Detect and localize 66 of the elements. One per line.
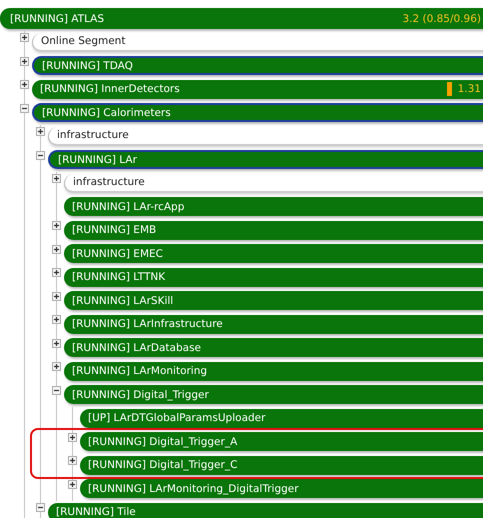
node-label: [RUNNING] LAr-rcApp (72, 200, 184, 213)
status-node[interactable]: [RUNNING] EMB (64, 220, 483, 240)
expand-icon[interactable] (52, 338, 60, 348)
node-value: 1.31 (458, 83, 482, 96)
node-label: [RUNNING] Digital_Trigger_A (88, 436, 238, 448)
node-label: Online Segment (41, 35, 126, 48)
expand-icon[interactable] (36, 127, 44, 136)
node-label: [RUNNING] LArInfrastructure (72, 318, 223, 330)
expand-icon[interactable] (52, 268, 60, 277)
status-node[interactable]: [RUNNING] Calorimeters (32, 103, 483, 122)
status-node[interactable]: [UP] LArDTGlobalParamsUploader (80, 408, 483, 428)
status-node[interactable]: [RUNNING] LArInfrastructure (64, 314, 483, 334)
expand-icon[interactable] (68, 480, 76, 488)
node-label: [RUNNING] LArMonitoring_DigitalTrigger (88, 482, 299, 495)
expand-icon[interactable] (20, 33, 28, 42)
node-label: [RUNNING] ATLAS (10, 12, 104, 25)
node-label: [RUNNING] Calorimeters (42, 106, 171, 119)
node-label: [RUNNING] Digital_Trigger (72, 388, 209, 401)
expand-icon[interactable] (68, 456, 76, 465)
expand-icon[interactable] (52, 362, 60, 371)
expand-icon[interactable] (20, 56, 28, 66)
status-node[interactable]: [RUNNING] LArDatabase (64, 338, 483, 358)
status-node[interactable]: [RUNNING] Tile (48, 502, 483, 518)
expand-icon[interactable] (52, 244, 60, 254)
node-label: infrastructure (73, 176, 145, 188)
status-node[interactable]: [RUNNING] ATLAS 3.2 (0.85/0.96) (0, 8, 483, 30)
expand-icon[interactable] (52, 221, 60, 230)
node-label: [RUNNING] Tile (56, 506, 136, 518)
expand-icon[interactable] (68, 432, 76, 442)
collapse-icon[interactable] (36, 503, 44, 512)
node-label: infrastructure (57, 129, 129, 142)
node-label: [RUNNING] LArDatabase (72, 342, 201, 354)
status-node[interactable]: [RUNNING] TDAQ (32, 56, 483, 76)
node-label: [RUNNING] LTTNK (72, 271, 166, 284)
node-label: [RUNNING] InnerDetectors (40, 83, 180, 96)
node-label: [RUNNING] TDAQ (42, 60, 133, 72)
segment-node[interactable]: infrastructure (48, 126, 483, 146)
warning-marker (446, 82, 452, 96)
segment-node[interactable]: infrastructure (64, 174, 483, 193)
collapse-icon[interactable] (36, 150, 44, 160)
collapse-icon[interactable] (20, 104, 28, 112)
status-node[interactable]: [RUNNING] Digital_Trigger_A (80, 432, 483, 452)
expand-icon[interactable] (20, 80, 28, 89)
node-label: [RUNNING] Digital_Trigger_C (88, 459, 238, 472)
node-label: [RUNNING] EMB (72, 224, 156, 236)
node-value: 3.2 (0.85/0.96) (402, 12, 482, 25)
status-node[interactable]: [RUNNING] Digital_Trigger_C (80, 456, 483, 475)
node-label: [UP] LArDTGlobalParamsUploader (88, 412, 266, 424)
status-node[interactable]: [RUNNING] Digital_Trigger (64, 385, 483, 404)
node-label: [RUNNING] EMEC (72, 248, 163, 260)
status-node[interactable]: [RUNNING] LArMonitoring_DigitalTrigger (80, 479, 483, 498)
expand-icon[interactable] (52, 174, 60, 183)
status-node[interactable]: [RUNNING] LTTNK (64, 268, 483, 287)
segment-node[interactable]: Online Segment (32, 32, 483, 52)
status-node[interactable]: [RUNNING] LAr (48, 150, 483, 170)
expand-icon[interactable] (52, 292, 60, 300)
node-label: [RUNNING] LAr (58, 154, 137, 166)
node-label: [RUNNING] LArMonitoring (72, 365, 208, 378)
status-node[interactable]: [RUNNING] EMEC (64, 244, 483, 264)
status-node[interactable]: [RUNNING] LArSKill (64, 291, 483, 310)
status-node[interactable]: [RUNNING] InnerDetectors 1.31 (32, 80, 483, 99)
node-label: [RUNNING] LArSKill (72, 294, 174, 307)
status-node[interactable]: [RUNNING] LArMonitoring (64, 362, 483, 381)
status-node[interactable]: [RUNNING] LAr-rcApp (64, 197, 483, 216)
collapse-icon[interactable] (52, 386, 60, 394)
expand-icon[interactable] (52, 315, 60, 324)
